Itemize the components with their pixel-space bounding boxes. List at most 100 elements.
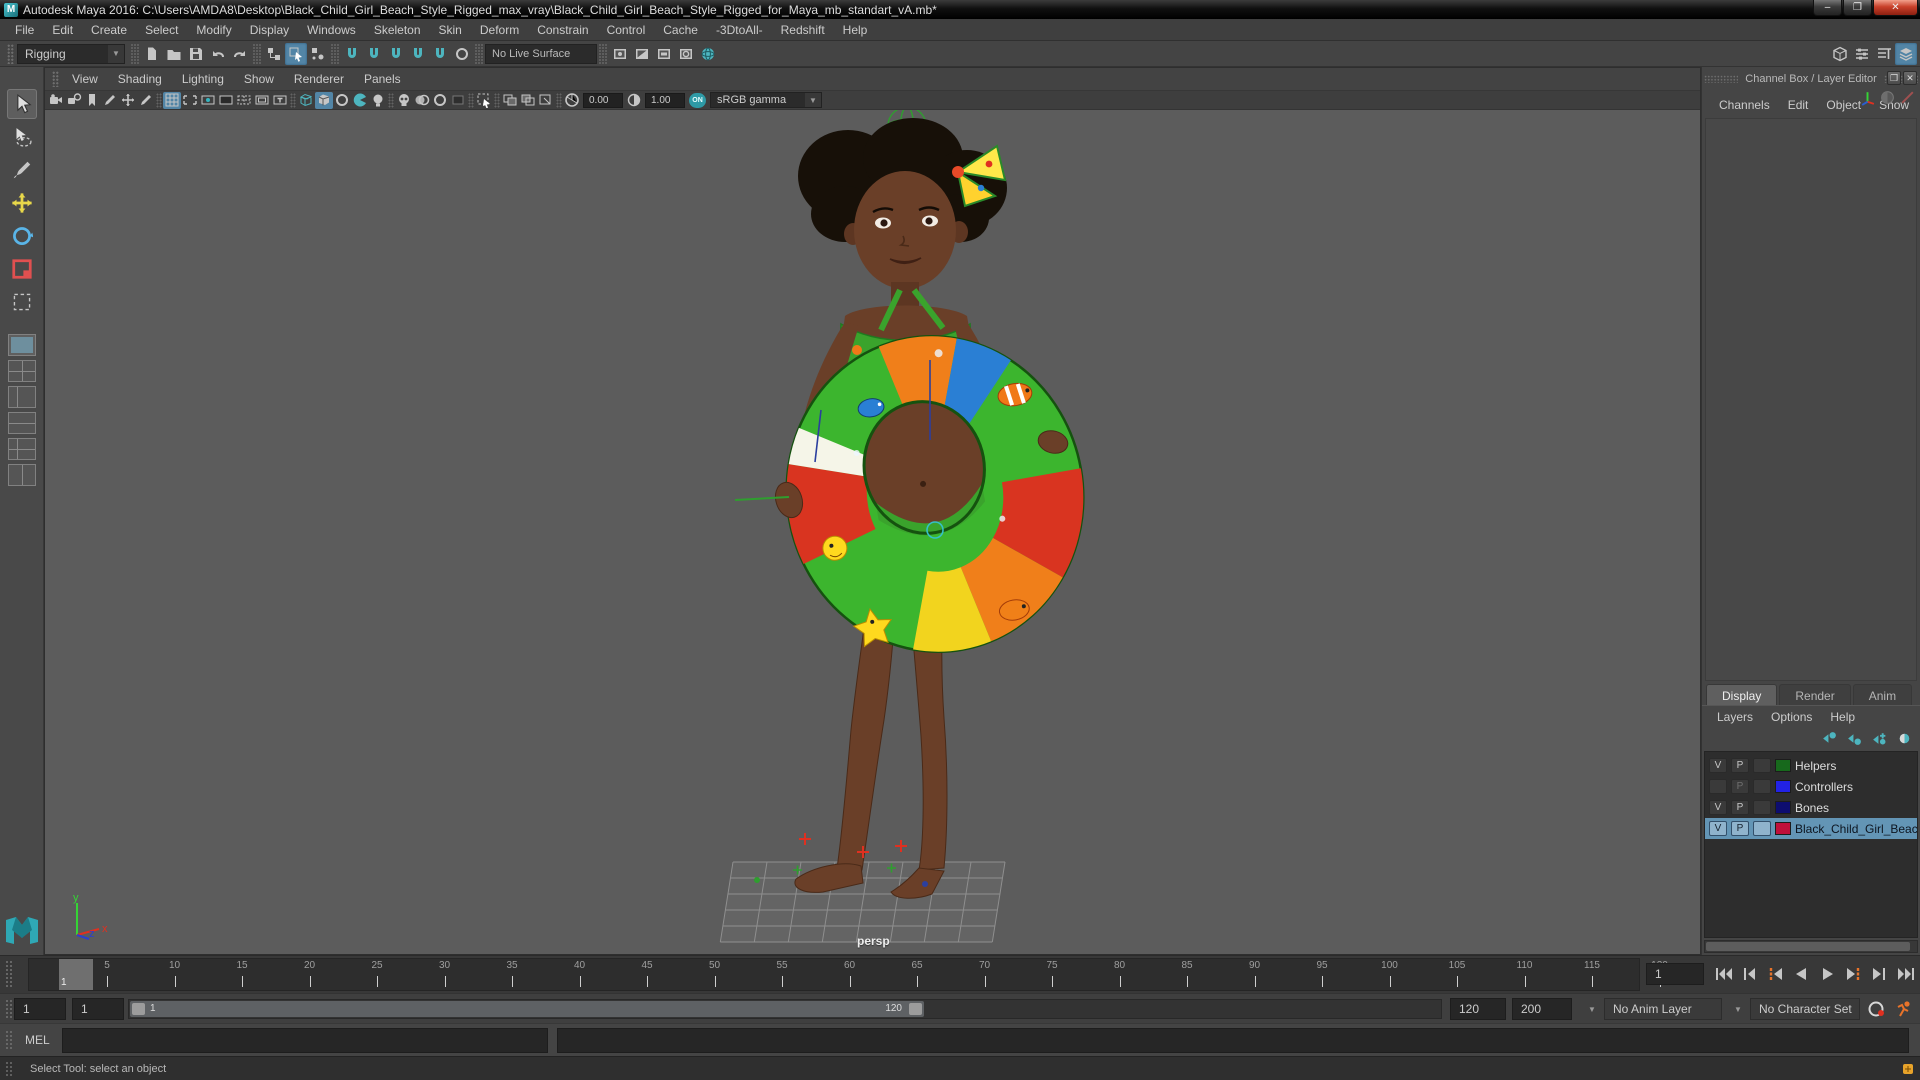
render-settings-icon[interactable] [675,43,697,65]
menu-deform[interactable]: Deform [471,19,528,41]
no-manipulator-icon[interactable] [1879,89,1896,109]
save-scene-icon[interactable] [185,43,207,65]
grease-pencil-icon[interactable] [101,92,119,109]
create-layer-from-selected-icon[interactable] [1894,729,1914,747]
panel-menu-panels[interactable]: Panels [354,72,411,86]
isolate-select-icon[interactable] [475,92,493,109]
modeling-toolkit-icon[interactable] [1829,43,1851,65]
shadows-icon[interactable] [449,92,467,109]
tab-display[interactable]: Display [1706,684,1778,705]
select-tool[interactable] [6,89,37,119]
menu-select[interactable]: Select [136,19,187,41]
chevron-down-icon[interactable]: ▼ [1588,1005,1596,1014]
select-camera-icon[interactable] [47,92,65,109]
pane-layout-split-icon[interactable] [519,92,537,109]
dock-popout-button[interactable]: ❐ [1887,71,1901,85]
panel-menu-view[interactable]: View [62,72,108,86]
layer-display-type-toggle[interactable] [1753,821,1771,836]
range-slider-track[interactable]: 1 120 [128,999,1442,1019]
toolbar-separator[interactable] [599,42,607,65]
toolbar-separator[interactable] [290,92,296,108]
color-transform-dropdown[interactable]: sRGB gamma ▼ [710,92,822,108]
wireframe-on-shaded-icon[interactable] [333,92,351,109]
panel-menu-shading[interactable]: Shading [108,72,172,86]
film-gate-icon[interactable] [181,92,199,109]
sketch-tool-icon[interactable] [137,92,155,109]
swim-ring[interactable] [762,313,1108,676]
layer-playback-toggle[interactable]: P [1731,779,1749,794]
layer-list-scrollbar[interactable] [1704,940,1918,953]
new-scene-icon[interactable] [141,43,163,65]
safe-action-icon[interactable] [253,92,271,109]
menu-set-dropdown[interactable]: Rigging ▼ [17,43,125,64]
step-forward-frame-button[interactable] [1868,963,1892,985]
layer-playback-toggle[interactable]: P [1731,800,1749,815]
playback-start-field[interactable]: 1 [14,998,66,1020]
menu-windows[interactable]: Windows [298,19,365,41]
layer-row[interactable]: V P Black_Child_Girl_Beach [1705,818,1917,839]
animation-start-field[interactable]: 1 [72,998,124,1020]
shaded-display-icon[interactable] [315,91,333,109]
character-set-dropdown[interactable]: No Character Set [1750,998,1860,1020]
open-scene-icon[interactable] [163,43,185,65]
menu-skeleton[interactable]: Skeleton [365,19,430,41]
layout-persp-uv[interactable] [7,464,36,486]
layer-visibility-toggle[interactable]: V [1709,821,1727,836]
toolbar-separator[interactable] [156,92,162,108]
step-back-frame-button[interactable] [1738,963,1762,985]
chevron-down-icon[interactable]: ▼ [1734,1005,1742,1014]
rotate-tool[interactable] [7,221,37,251]
play-backwards-button[interactable] [1790,963,1814,985]
menu-constrain[interactable]: Constrain [528,19,597,41]
toolbar-separator[interactable] [331,42,339,65]
current-frame-field[interactable]: 1 [1646,963,1704,985]
layer-playback-toggle[interactable]: P [1731,758,1749,773]
select-by-hierarchy-icon[interactable] [263,43,285,65]
undo-icon[interactable] [207,43,229,65]
menu-modify[interactable]: Modify [187,19,240,41]
dock-close-button[interactable]: ✕ [1903,71,1917,85]
auto-keyframe-icon[interactable] [1864,997,1888,1021]
toolbar-separator[interactable] [468,92,474,108]
step-back-key-button[interactable] [1764,963,1788,985]
model-black-child-girl[interactable] [45,110,1700,954]
panel-menu-renderer[interactable]: Renderer [284,72,354,86]
toolbar-separator[interactable] [494,92,500,108]
range-grip[interactable] [5,999,14,1018]
layer-row[interactable]: V P Helpers [1705,755,1917,776]
viewport-canvas[interactable]: y x z persp [45,110,1700,954]
layer-visibility-toggle[interactable]: V [1709,758,1727,773]
menu-skin[interactable]: Skin [430,19,471,41]
select-by-component-icon[interactable] [307,43,329,65]
layer-display-type-toggle[interactable] [1753,758,1771,773]
toolbar-separator[interactable] [131,42,139,65]
contrast-icon[interactable] [625,92,643,109]
snap-to-point-icon[interactable] [385,43,407,65]
range-slider-thumb[interactable]: 1 120 [130,1001,924,1017]
channel-box-menu-channels[interactable]: Channels [1710,98,1779,112]
make-live-icon[interactable] [451,43,473,65]
statusline-grip[interactable] [7,43,14,64]
attribute-editor-icon[interactable] [1851,43,1873,65]
layer-menu-help[interactable]: Help [1821,710,1864,724]
move-layer-down-icon[interactable] [1844,729,1864,747]
move-pivot-icon[interactable] [119,92,137,109]
command-language-label[interactable]: MEL [25,1033,50,1047]
play-forwards-button[interactable] [1816,963,1840,985]
xray-display-icon[interactable] [413,92,431,109]
camera-attributes-icon[interactable] [65,92,83,109]
layout-hypershade-persp[interactable] [7,438,36,460]
anim-layer-dropdown[interactable]: No Anim Layer [1604,998,1722,1020]
layer-color-swatch[interactable] [1775,759,1791,772]
layout-persp-graph[interactable] [7,412,36,434]
channel-box-icon[interactable] [1895,43,1917,65]
xray-joints-icon[interactable] [395,92,413,109]
animation-preferences-icon[interactable] [1892,997,1916,1021]
snap-to-projected-center-icon[interactable] [407,43,429,65]
last-used-tool[interactable] [7,287,37,317]
layer-visibility-toggle[interactable]: V [1709,800,1727,815]
layer-display-type-toggle[interactable] [1753,779,1771,794]
color-management-toggle[interactable]: ON [689,92,706,108]
maximize-button[interactable]: ❐ [1843,0,1872,16]
command-grip[interactable] [5,1030,14,1050]
